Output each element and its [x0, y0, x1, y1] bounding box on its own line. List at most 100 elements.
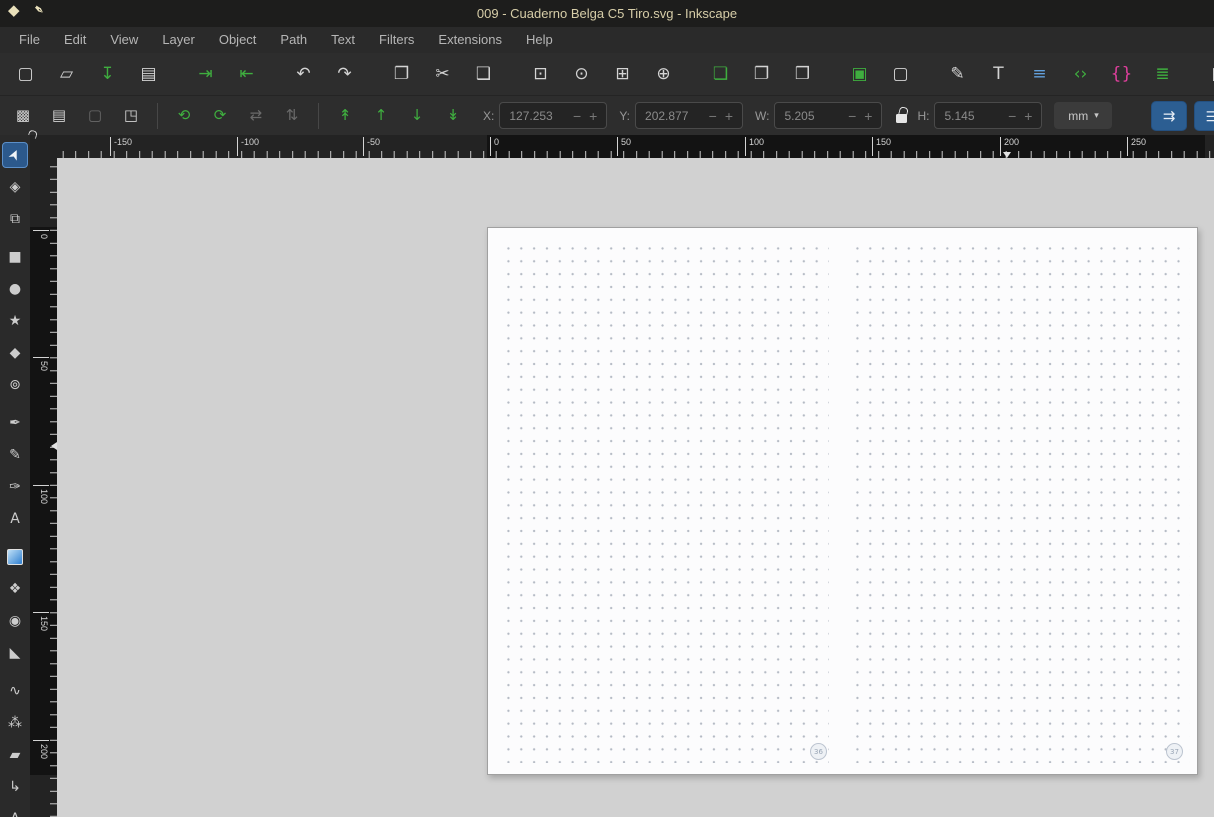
zoom-page-button[interactable]: ⊞ [606, 58, 639, 90]
menu-extensions[interactable]: Extensions [426, 27, 514, 53]
menu-file[interactable]: File [7, 27, 52, 53]
move-objects-as-group-toggle[interactable]: ⇉ [1151, 101, 1187, 131]
measure-tool-button[interactable]: Λ [2, 806, 28, 817]
flip-vertical-button[interactable]: ⇅ [277, 102, 307, 130]
select-all-layers-button[interactable]: ▤ [44, 102, 74, 130]
y-minus-button[interactable]: − [705, 108, 721, 124]
x-minus-button[interactable]: − [569, 108, 585, 124]
transform-stroke-toggle[interactable]: ⇶ [1194, 101, 1214, 131]
import-button[interactable]: ⇥ [189, 58, 222, 90]
menu-help[interactable]: Help [514, 27, 565, 53]
paste-button[interactable]: ❑ [467, 58, 500, 90]
pen-tool-button[interactable]: ✒ [2, 410, 28, 436]
fill-and-stroke-dialog-button[interactable]: ✎ [941, 58, 974, 90]
rotate-ccw-button[interactable]: ⟲ [169, 102, 199, 130]
open-lock-icon [896, 114, 908, 123]
eraser-tool-button[interactable]: ▰ [2, 742, 28, 768]
paint-bucket-tool-button[interactable]: ◣ [2, 640, 28, 666]
page-number-stamp[interactable]: 37 [1166, 743, 1183, 760]
page-number-stamp[interactable]: 36 [810, 743, 827, 760]
print-button[interactable]: ▤ [132, 58, 165, 90]
menu-path[interactable]: Path [268, 27, 319, 53]
cut-button[interactable]: ✂ [426, 58, 459, 90]
align-distribute-dialog-button[interactable]: ≣ [1146, 58, 1179, 90]
object-properties-dialog-button[interactable]: {} [1105, 58, 1138, 90]
spiral-tool-button[interactable]: ⊚ [2, 372, 28, 398]
raise-button[interactable]: ↑ [366, 102, 396, 130]
node-editor-tool-button[interactable]: ◈ [2, 174, 28, 200]
box-3d-tool-button[interactable]: ◆ [2, 340, 28, 366]
star-tool-button[interactable]: ★ [2, 308, 28, 334]
menu-edit[interactable]: Edit [52, 27, 98, 53]
selection-box-toggle-button[interactable]: ◳ [116, 102, 146, 130]
select-all-icon: ▩ [15, 106, 31, 124]
menu-filters[interactable]: Filters [367, 27, 426, 53]
undo-button[interactable]: ↶ [287, 58, 320, 90]
selector-tool-button[interactable]: ➤ [2, 142, 28, 168]
flip-vertical-icon: ⇅ [285, 106, 299, 124]
unit-value: mm [1068, 108, 1089, 123]
x-input[interactable]: 127.253 − + [499, 102, 608, 129]
w-plus-button[interactable]: + [860, 108, 876, 124]
select-all-button[interactable]: ▩ [8, 102, 38, 130]
tweak-tool-button[interactable]: ∿ [2, 678, 28, 704]
unit-dropdown[interactable]: mm ▾ [1054, 102, 1113, 129]
menu-layer[interactable]: Layer [150, 27, 207, 53]
flip-horizontal-button[interactable]: ⇄ [241, 102, 271, 130]
shape-builder-tool-button[interactable]: ⧉ [2, 206, 28, 232]
ellipse-tool-button[interactable]: ● [2, 276, 28, 302]
group-button[interactable]: ▣ [843, 58, 876, 90]
dropper-tool-button[interactable]: ◉ [2, 608, 28, 634]
calligraphy-tool-button[interactable]: ✑ [2, 474, 28, 500]
create-clone-button[interactable]: ❐ [745, 58, 778, 90]
rectangle-tool-button[interactable]: ■ [2, 244, 28, 270]
copy-button[interactable]: ❐ [385, 58, 418, 90]
y-input[interactable]: 202.877 − + [635, 102, 744, 129]
lower-to-bottom-button[interactable]: ↡ [438, 102, 468, 130]
lock-ratio-toggle[interactable] [896, 108, 908, 123]
menu-text[interactable]: Text [319, 27, 367, 53]
open-document-button[interactable]: ▱ [50, 58, 83, 90]
redo-button[interactable]: ↷ [328, 58, 361, 90]
deselect-button[interactable]: ▢ [80, 102, 110, 130]
spray-tool-button[interactable]: ⁂ [2, 710, 28, 736]
layers-dialog-button[interactable]: ≡ [1023, 58, 1056, 90]
document-page[interactable]: 36 37 [487, 227, 1198, 775]
xml-editor-dialog-button[interactable]: ‹› [1064, 58, 1097, 90]
y-plus-button[interactable]: + [721, 108, 737, 124]
h-minus-button[interactable]: − [1004, 108, 1020, 124]
export-button[interactable]: ⇤ [230, 58, 263, 90]
rotate-cw-button[interactable]: ⟳ [205, 102, 235, 130]
canvas[interactable]: 36 37 [57, 158, 1214, 817]
horizontal-ruler[interactable]: -150 -100 -50 0 50 100 150 200 250 [57, 135, 1214, 158]
zoom-selection-button[interactable]: ⊡ [524, 58, 557, 90]
unlink-clone-button[interactable]: ❒ [786, 58, 819, 90]
text-tool-icon: A [10, 511, 20, 527]
duplicate-button[interactable]: ❏ [704, 58, 737, 90]
deselect-icon: ▢ [87, 106, 103, 124]
text-tool-button[interactable]: A [2, 506, 28, 532]
gradient-tool-button[interactable] [2, 544, 28, 570]
ungroup-button[interactable]: ▢ [884, 58, 917, 90]
h-input[interactable]: 5.145 − + [934, 102, 1043, 129]
x-plus-button[interactable]: + [585, 108, 601, 124]
w-input[interactable]: 5.205 − + [774, 102, 883, 129]
connector-tool-button[interactable]: ↳ [2, 774, 28, 800]
text-dialog-button[interactable]: T [982, 58, 1015, 90]
mesh-gradient-tool-button[interactable]: ❖ [2, 576, 28, 602]
new-document-button[interactable]: ▢ [9, 58, 42, 90]
h-ruler-label--100: -100 [237, 137, 259, 156]
zoom-center-page-button[interactable]: ⊕ [647, 58, 680, 90]
save-document-button[interactable]: ↧ [91, 58, 124, 90]
vertical-ruler[interactable]: 0 50 100 150 200 [30, 158, 57, 817]
zoom-drawing-button[interactable]: ⊙ [565, 58, 598, 90]
h-plus-button[interactable]: + [1020, 108, 1036, 124]
menu-view[interactable]: View [98, 27, 150, 53]
document-properties-dialog-button[interactable]: ◰ [1203, 58, 1214, 90]
pencil-tool-button[interactable]: ✎ [2, 442, 28, 468]
lower-button[interactable]: ↓ [402, 102, 432, 130]
undo-icon: ↶ [296, 63, 311, 84]
w-minus-button[interactable]: − [844, 108, 860, 124]
raise-to-top-button[interactable]: ↟ [330, 102, 360, 130]
menu-object[interactable]: Object [207, 27, 269, 53]
